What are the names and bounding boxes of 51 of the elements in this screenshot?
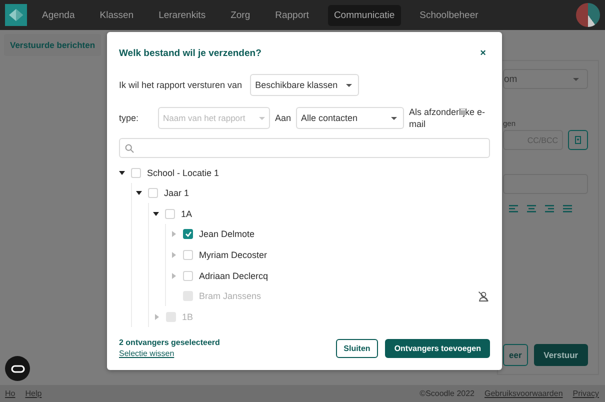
footer-link[interactable]: Gebruiksvoorwaarden xyxy=(484,389,563,398)
add-recipients-button[interactable]: Ontvangers toevoegen xyxy=(385,338,490,358)
nav-tab[interactable]: Schoolbeheer xyxy=(414,4,484,26)
nav-tab[interactable]: Klassen xyxy=(94,4,140,26)
contacts-select[interactable]: Alle contacten xyxy=(296,107,404,130)
type-label: type: xyxy=(119,113,140,124)
nav-tab[interactable]: Communicatie xyxy=(328,4,401,26)
expand-caret-icon[interactable] xyxy=(153,212,159,216)
avatar-icon[interactable] xyxy=(576,3,600,27)
source-label: Ik wil het rapport versturen van xyxy=(119,80,242,90)
dialog-title: Welk bestand wil je verzenden? xyxy=(119,48,262,58)
selection-count: 2 ontvangers geselecteerd xyxy=(119,338,220,347)
nav-tab[interactable]: Zorg xyxy=(224,4,256,26)
caret-icon xyxy=(259,116,265,120)
clear-selection-link[interactable]: Selectie wissen xyxy=(119,349,174,358)
search-icon xyxy=(125,144,134,153)
caret-icon xyxy=(573,78,579,80)
dropdown[interactable]: om xyxy=(503,69,588,89)
copyright-text: ©Scoodle 2022 xyxy=(420,389,474,398)
tree-item-label[interactable]: Adriaan Declercq xyxy=(199,270,268,281)
tree-item-label[interactable]: Myriam Decoster xyxy=(199,250,268,260)
footer-link[interactable]: Ho xyxy=(5,389,16,398)
footer-link[interactable]: Help xyxy=(25,389,42,398)
nav-tab[interactable]: Agenda xyxy=(36,4,81,26)
separate-email-label: Als afzonderlijke e-mail xyxy=(409,106,486,130)
nav-tab[interactable]: Rapport xyxy=(269,4,315,26)
close-button[interactable]: × xyxy=(476,48,490,58)
text-align-icons[interactable] xyxy=(509,205,573,213)
nav-tab[interactable]: Lerarenkits xyxy=(152,4,212,26)
checkbox[interactable] xyxy=(183,229,193,240)
secondary-button[interactable]: eer xyxy=(503,344,528,366)
tree-item-label[interactable]: 1A xyxy=(181,208,192,219)
class-select[interactable]: Beschikbare klassen xyxy=(250,74,359,96)
expand-caret-icon[interactable] xyxy=(136,191,142,196)
tree-item-label[interactable]: School - Locatie 1 xyxy=(147,168,220,178)
search-field[interactable] xyxy=(119,138,490,158)
close-dialog-button[interactable]: Sluiten xyxy=(336,338,378,358)
chat-button[interactable] xyxy=(5,356,30,381)
expand-caret-icon[interactable] xyxy=(119,170,125,175)
caret-icon xyxy=(346,84,352,86)
footer-link[interactable]: Privacy xyxy=(572,389,599,398)
contact-card-icon xyxy=(575,136,581,144)
tree-item-label[interactable]: Jean Delmote xyxy=(199,229,255,240)
chat-icon xyxy=(10,364,24,372)
caret-icon xyxy=(391,116,398,120)
to-label: Aan xyxy=(275,113,292,124)
contacts-button[interactable] xyxy=(568,130,588,150)
tree-item-label[interactable]: Jaar 1 xyxy=(164,188,190,198)
subject-field[interactable] xyxy=(503,174,588,194)
send-button[interactable]: Verstuur xyxy=(534,344,588,366)
logo-icon[interactable] xyxy=(5,4,27,26)
